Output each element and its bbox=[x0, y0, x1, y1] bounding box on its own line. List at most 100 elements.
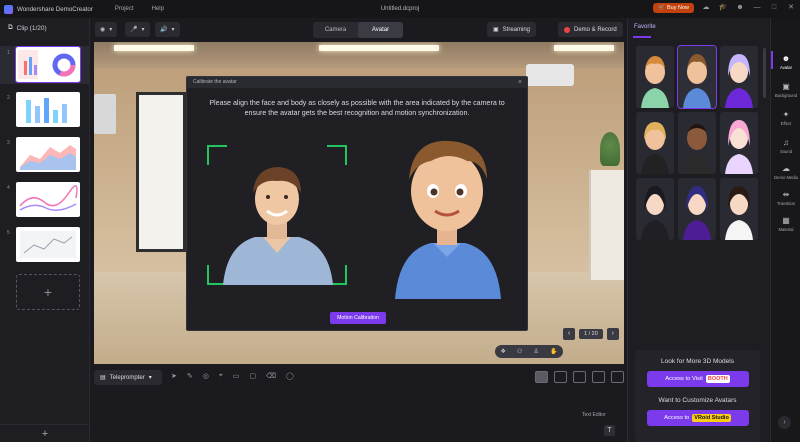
panel-scrollbar[interactable] bbox=[763, 48, 766, 98]
layout-option[interactable] bbox=[535, 371, 548, 383]
clip-item[interactable]: 1 bbox=[0, 46, 90, 84]
plant bbox=[600, 132, 620, 166]
vroid-logo: VRoid Studio bbox=[692, 414, 731, 422]
tab-avatar[interactable]: Avatar bbox=[358, 22, 403, 38]
tab-favorite[interactable]: Favorite bbox=[634, 24, 656, 30]
broadcast-icon: ▣ bbox=[493, 27, 499, 33]
streaming-button[interactable]: ▣ Streaming bbox=[487, 22, 537, 37]
title-bar-actions: 🛒 Buy Now ☁ 🎓 ☻ — □ ✕ bbox=[653, 3, 796, 13]
buy-now-button[interactable]: 🛒 Buy Now bbox=[653, 3, 694, 13]
layout-option[interactable] bbox=[592, 371, 605, 383]
tab-camera[interactable]: Camera bbox=[313, 22, 358, 38]
cloud-icon[interactable]: ☁ bbox=[701, 3, 711, 13]
page-indicator: 1 / 20 bbox=[579, 329, 603, 339]
timer-icon[interactable]: ◯ bbox=[286, 372, 294, 380]
maximize-icon[interactable]: □ bbox=[769, 3, 779, 13]
rail-item-demo-media[interactable]: ☁ Demo Media bbox=[771, 164, 800, 180]
dialog-header: Calibrate the avatar × bbox=[187, 77, 527, 88]
calibration-instructions: Please align the face and body as closel… bbox=[209, 99, 505, 117]
menu-help[interactable]: Help bbox=[152, 6, 164, 12]
rectangle-icon[interactable]: ▭ bbox=[233, 372, 240, 380]
microphone-dropdown[interactable]: 🎤 ▾ bbox=[125, 22, 150, 37]
add-clip-button[interactable]: + bbox=[16, 274, 80, 310]
clip-number: 5 bbox=[7, 230, 10, 236]
pose-icon[interactable]: ♙ bbox=[533, 348, 538, 355]
group-icon[interactable]: ⚇ bbox=[517, 348, 522, 355]
gesture-icon[interactable]: ❖ bbox=[501, 348, 506, 355]
menu-project[interactable]: Project bbox=[115, 6, 134, 12]
dialog-title: Calibrate the avatar bbox=[193, 79, 237, 85]
democreator-window: Wondershare DemoCreator Project Help Unt… bbox=[0, 0, 800, 442]
avatar-card[interactable] bbox=[720, 112, 758, 174]
layout-option[interactable] bbox=[611, 371, 624, 383]
clips-count: Clip (1/20) bbox=[16, 24, 47, 32]
chevron-right-icon[interactable]: › bbox=[778, 416, 791, 429]
app-name: Wondershare DemoCreator bbox=[17, 5, 93, 13]
grid-icon: ▦ bbox=[782, 216, 790, 225]
rail-label: Material bbox=[778, 227, 794, 232]
crop-icon[interactable]: ⌖ bbox=[219, 372, 223, 380]
eraser-icon[interactable]: ⌫ bbox=[266, 372, 276, 380]
rail-item-effect[interactable]: ✦ Effect bbox=[771, 110, 800, 126]
promo-card: Look for More 3D Models Access to Visit … bbox=[635, 350, 760, 442]
rail-item-sound[interactable]: ♫ Sound bbox=[771, 138, 800, 154]
frame-icon[interactable]: ▢ bbox=[249, 372, 256, 380]
motion-calibration-button[interactable]: Motion Calibration bbox=[330, 312, 386, 324]
ceiling-light bbox=[114, 45, 194, 51]
rail-label: Sound bbox=[779, 149, 793, 154]
clip-item[interactable]: 3 bbox=[0, 136, 90, 174]
clip-item[interactable]: 5 bbox=[0, 226, 90, 264]
avatar-card[interactable] bbox=[678, 112, 716, 174]
avatar-card[interactable] bbox=[636, 178, 674, 240]
clip-item[interactable]: 4 bbox=[0, 181, 90, 219]
avatar-preview-image bbox=[395, 140, 501, 299]
close-icon[interactable]: ✕ bbox=[786, 3, 796, 13]
magic-wand-icon: ✦ bbox=[782, 110, 790, 119]
speaker-dropdown[interactable]: 🔊 ▾ bbox=[155, 22, 180, 37]
visit-booth-button[interactable]: Access to Visit BOOTH bbox=[646, 371, 749, 387]
clip-item[interactable]: 2 bbox=[0, 91, 90, 129]
clips-panel: ⧉ Clip (1/20) 1 2 3 4 5 + + bbox=[0, 18, 90, 442]
user-icon[interactable]: ☻ bbox=[735, 3, 745, 13]
buy-now-label: Buy Now bbox=[666, 5, 689, 11]
clip-thumbnail bbox=[15, 46, 81, 83]
rail-item-material[interactable]: ▦ Material bbox=[771, 216, 800, 232]
text-icon[interactable]: T bbox=[604, 425, 615, 436]
rail-label: Avatar bbox=[779, 65, 793, 70]
webcam-dropdown[interactable]: ◉ ▾ bbox=[95, 22, 118, 37]
chevron-down-icon: ▾ bbox=[109, 27, 113, 33]
demo-record-button[interactable]: Demo & Record bbox=[558, 22, 623, 37]
avatar-card[interactable] bbox=[636, 112, 674, 174]
cursor-icon[interactable]: ➤ bbox=[171, 372, 177, 380]
avatar-card[interactable] bbox=[677, 45, 717, 109]
promo-title-3d-models: Look for More 3D Models bbox=[661, 358, 734, 365]
chevron-right-icon[interactable]: › bbox=[606, 328, 619, 340]
category-rail: ☻ Avatar ▣ Background ✦ Effect ♫ Sound ☁… bbox=[770, 18, 800, 442]
vroid-studio-button[interactable]: Access to VRoid Studio bbox=[646, 410, 749, 426]
avatar-card[interactable] bbox=[720, 46, 758, 108]
chevron-left-icon[interactable]: ‹ bbox=[563, 328, 575, 340]
layout-option[interactable] bbox=[554, 371, 567, 383]
image-icon: ▣ bbox=[782, 82, 790, 91]
rail-item-transition[interactable]: ⇹ Transition bbox=[771, 190, 800, 206]
add-clip-footer-button[interactable]: + bbox=[0, 424, 90, 442]
avatar-card[interactable] bbox=[678, 178, 716, 240]
layout-options bbox=[535, 371, 624, 383]
teleprompter-dropdown[interactable]: ▤ Teleprompter ▾ bbox=[94, 370, 162, 385]
graduation-cap-icon[interactable]: 🎓 bbox=[718, 3, 728, 13]
wave-icon[interactable]: ✋ bbox=[550, 348, 557, 355]
layout-option[interactable] bbox=[573, 371, 586, 383]
rail-item-avatar[interactable]: ☻ Avatar bbox=[771, 51, 800, 70]
vroid-access-label: Access to bbox=[664, 415, 690, 421]
annotation-tools: ➤ ✎ ◎ ⌖ ▭ ▢ ⌫ ◯ bbox=[171, 372, 294, 380]
close-icon[interactable]: × bbox=[518, 77, 522, 88]
avatar-card[interactable] bbox=[636, 46, 674, 108]
minimize-icon[interactable]: — bbox=[752, 3, 762, 13]
wall-speaker bbox=[94, 94, 116, 134]
title-bar: Wondershare DemoCreator Project Help Unt… bbox=[0, 0, 800, 18]
pen-icon[interactable]: ✎ bbox=[187, 372, 193, 380]
rail-item-background[interactable]: ▣ Background bbox=[771, 82, 800, 98]
avatar-card[interactable] bbox=[720, 178, 758, 240]
spotlight-icon[interactable]: ◎ bbox=[203, 372, 209, 380]
clips-header: ⧉ Clip (1/20) bbox=[0, 18, 89, 38]
